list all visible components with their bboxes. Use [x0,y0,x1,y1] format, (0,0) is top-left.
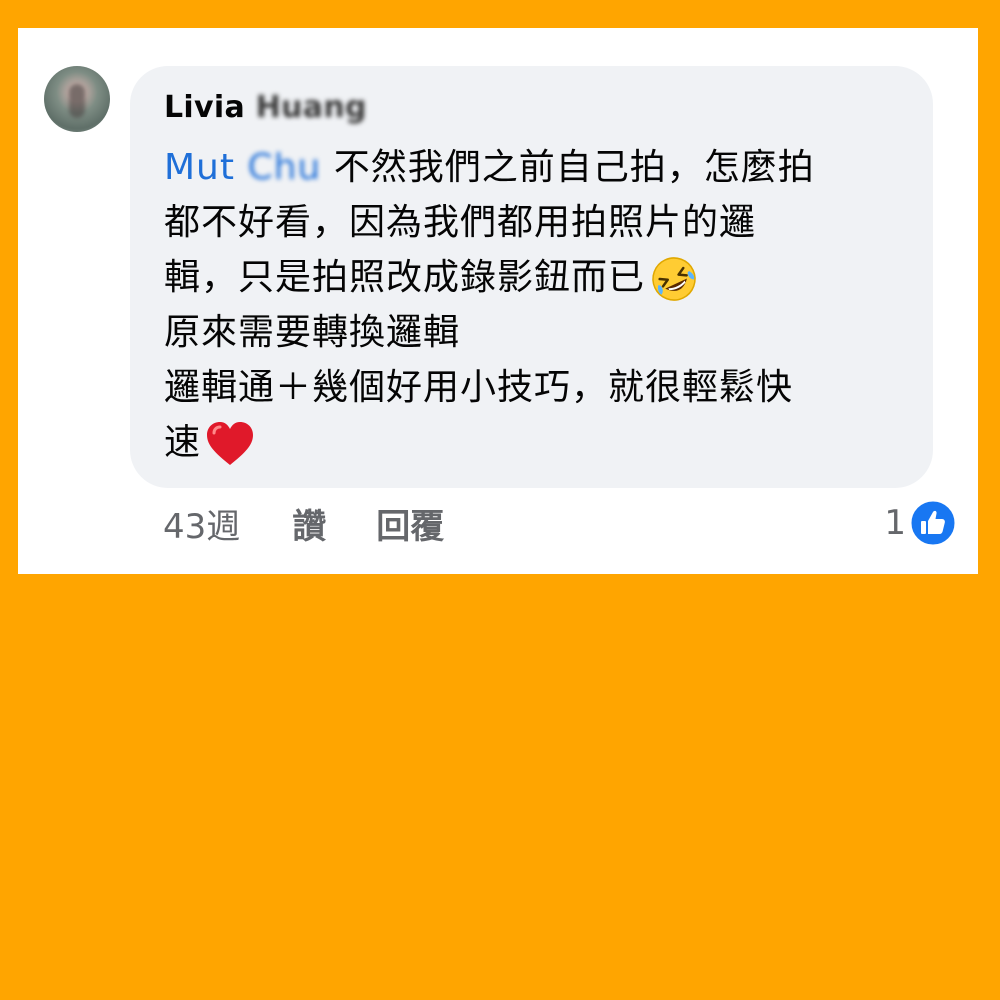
comment-line-6-text: 速 [164,422,202,463]
comment-line-5: 邏輯通＋幾個好用小技巧，就很輕鬆快 [164,367,794,408]
like-thumbs-up-icon [910,500,956,546]
comment-bubble: Livia Huang Mut Chu 不然我們之前自己拍，怎麼拍 都不好看，因… [130,66,933,488]
comment-line-6: 速 [164,415,899,470]
rolling-on-floor-laughing-emoji [649,254,699,304]
author-first-name: Livia [164,90,245,125]
comment-line-1-text: 不然我們之前自己拍，怎麼拍 [333,147,815,188]
comment-line-2: 都不好看，因為我們都用拍照片的邏 [164,202,757,243]
author-last-name-blurred: Huang [255,90,367,125]
comment-card: Livia Huang Mut Chu 不然我們之前自己拍，怎麼拍 都不好看，因… [18,28,978,574]
comment-actions: 43週 讚 回覆 [163,498,444,548]
comment-timestamp[interactable]: 43週 [163,499,240,548]
comment-line-4: 原來需要轉換邏輯 [164,312,461,353]
comment-line-1: Mut Chu 不然我們之前自己拍，怎麼拍 [164,140,899,195]
red-heart-emoji [205,421,255,467]
mention-link[interactable]: Mut Chu [164,147,321,188]
like-button[interactable]: 讚 [292,499,326,548]
comment-text: Mut Chu 不然我們之前自己拍，怎麼拍 都不好看，因為我們都用拍照片的邏 輯… [164,140,899,470]
reply-button[interactable]: 回覆 [376,499,444,548]
comment-author[interactable]: Livia Huang [164,88,367,128]
reaction-count: 1 [884,503,906,543]
mention-last-name-blurred: Chu [247,147,322,188]
mention-first-name: Mut [164,147,235,188]
comment-line-3: 輯，只是拍照改成錄影鈕而已 [164,250,899,305]
avatar[interactable] [44,66,110,132]
reaction-summary[interactable]: 1 [884,498,956,548]
comment-line-3-text: 輯，只是拍照改成錄影鈕而已 [164,257,646,298]
